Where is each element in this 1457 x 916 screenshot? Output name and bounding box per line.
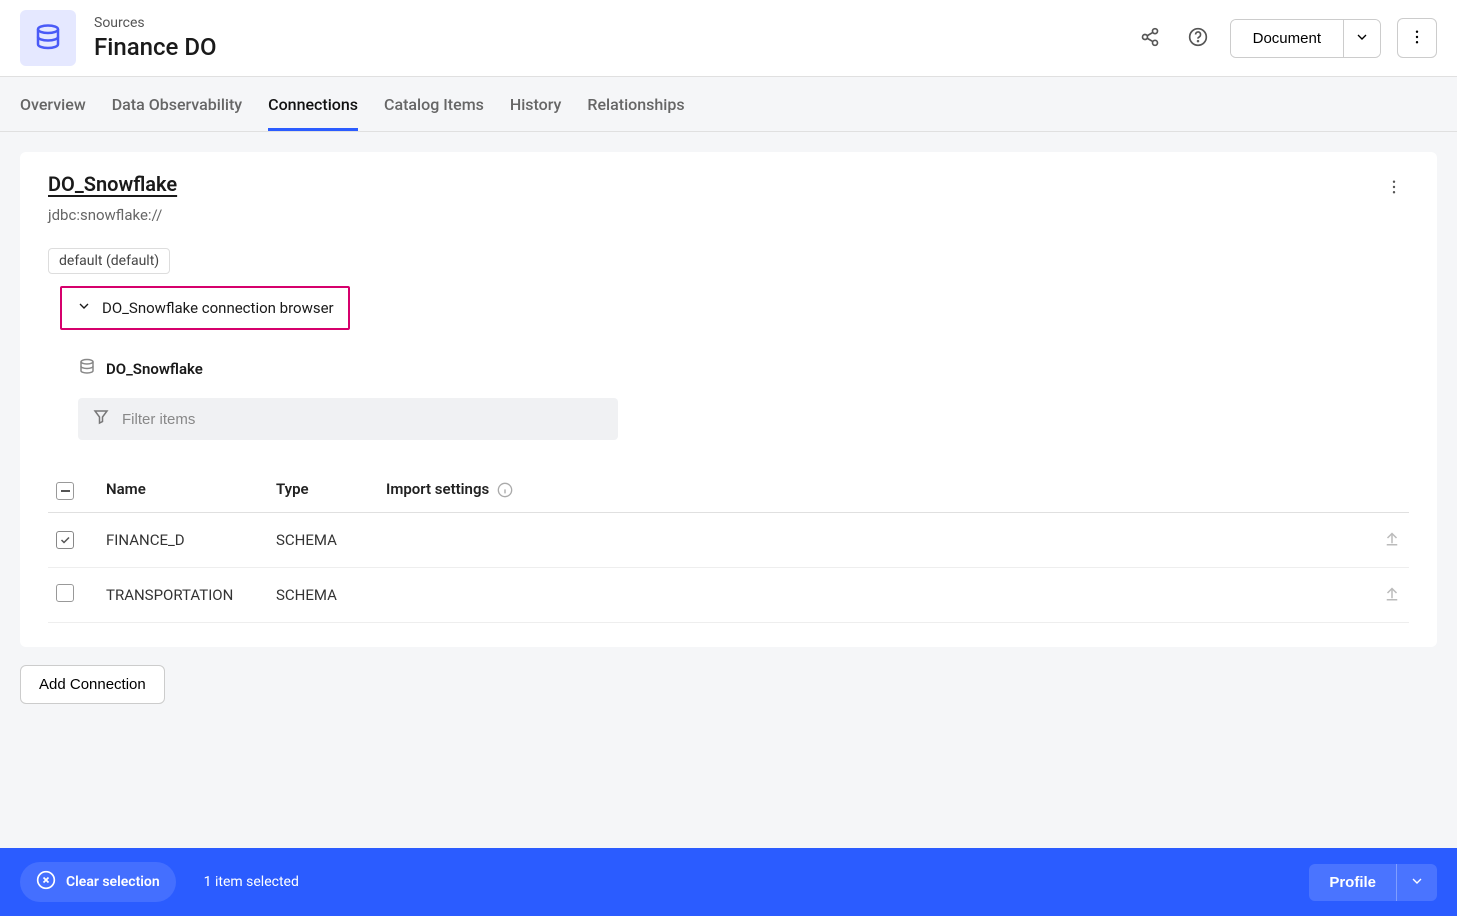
selection-count: 1 item selected bbox=[204, 874, 299, 890]
row-import-settings bbox=[378, 568, 1359, 623]
tab-relationships[interactable]: Relationships bbox=[587, 77, 684, 131]
chevron-down-icon bbox=[76, 298, 92, 318]
page-title: Finance DO bbox=[94, 33, 217, 61]
column-header-type[interactable]: Type bbox=[268, 466, 378, 513]
close-circle-icon bbox=[36, 870, 56, 894]
document-dropdown-button[interactable] bbox=[1343, 20, 1380, 57]
filter-box[interactable] bbox=[78, 398, 618, 440]
column-header-import[interactable]: Import settings bbox=[378, 466, 1359, 513]
clear-selection-button[interactable]: Clear selection bbox=[20, 862, 176, 902]
row-type: SCHEMA bbox=[268, 513, 378, 568]
help-button[interactable] bbox=[1182, 21, 1214, 56]
tab-overview[interactable]: Overview bbox=[20, 77, 86, 131]
tab-connections[interactable]: Connections bbox=[268, 77, 358, 131]
connection-more-button[interactable] bbox=[1379, 172, 1409, 205]
row-checkbox[interactable] bbox=[56, 531, 74, 549]
profile-button[interactable]: Profile bbox=[1309, 864, 1396, 901]
share-icon bbox=[1140, 27, 1160, 50]
select-all-checkbox[interactable] bbox=[56, 482, 74, 500]
default-schema-tag[interactable]: default (default) bbox=[48, 248, 170, 274]
row-name[interactable]: FINANCE_D bbox=[98, 513, 268, 568]
source-database-icon bbox=[20, 10, 76, 66]
selection-footer: Clear selection 1 item selected Profile bbox=[0, 848, 1457, 916]
connection-card: DO_Snowflake jdbc:snowflake:// default (… bbox=[20, 152, 1437, 647]
connection-title-link[interactable]: DO_Snowflake bbox=[48, 172, 177, 196]
document-button[interactable]: Document bbox=[1231, 20, 1343, 57]
profile-dropdown-button[interactable] bbox=[1396, 864, 1437, 901]
connection-browser-label: DO_Snowflake connection browser bbox=[102, 299, 334, 317]
row-name[interactable]: TRANSPORTATION bbox=[98, 568, 268, 623]
help-icon bbox=[1188, 27, 1208, 50]
add-connection-button[interactable]: Add Connection bbox=[20, 665, 165, 704]
items-table: Name Type Import settings bbox=[48, 466, 1409, 623]
share-button[interactable] bbox=[1134, 21, 1166, 56]
tab-history[interactable]: History bbox=[510, 77, 562, 131]
database-name: DO_Snowflake bbox=[106, 360, 203, 378]
document-button-group: Document bbox=[1230, 19, 1381, 58]
row-type: SCHEMA bbox=[268, 568, 378, 623]
table-row: FINANCE_DSCHEMA bbox=[48, 513, 1409, 568]
breadcrumb[interactable]: Sources bbox=[94, 15, 217, 31]
chevron-down-icon bbox=[1354, 29, 1370, 48]
row-import-settings bbox=[378, 513, 1359, 568]
more-vertical-icon bbox=[1408, 28, 1426, 49]
upload-icon[interactable] bbox=[1383, 533, 1401, 551]
upload-icon[interactable] bbox=[1383, 588, 1401, 606]
tab-catalog-items[interactable]: Catalog Items bbox=[384, 77, 484, 131]
profile-button-group: Profile bbox=[1309, 864, 1437, 901]
filter-icon bbox=[92, 408, 110, 430]
info-icon bbox=[497, 482, 513, 498]
page-header: Sources Finance DO bbox=[0, 0, 1457, 77]
database-node[interactable]: DO_Snowflake bbox=[78, 358, 1409, 380]
connection-url: jdbc:snowflake:// bbox=[48, 206, 162, 234]
column-header-name[interactable]: Name bbox=[98, 466, 268, 513]
table-row: TRANSPORTATIONSCHEMA bbox=[48, 568, 1409, 623]
database-icon bbox=[78, 358, 96, 380]
row-checkbox[interactable] bbox=[56, 584, 74, 602]
filter-input[interactable] bbox=[122, 411, 604, 428]
tabs-bar: Overview Data Observability Connections Cat… bbox=[0, 77, 1457, 132]
more-actions-button[interactable] bbox=[1397, 18, 1437, 58]
chevron-down-icon bbox=[1409, 873, 1425, 892]
tab-data-observability[interactable]: Data Observability bbox=[112, 77, 242, 131]
connection-browser-toggle[interactable]: DO_Snowflake connection browser bbox=[60, 286, 350, 330]
clear-selection-label: Clear selection bbox=[66, 874, 160, 890]
more-vertical-icon bbox=[1385, 178, 1403, 199]
